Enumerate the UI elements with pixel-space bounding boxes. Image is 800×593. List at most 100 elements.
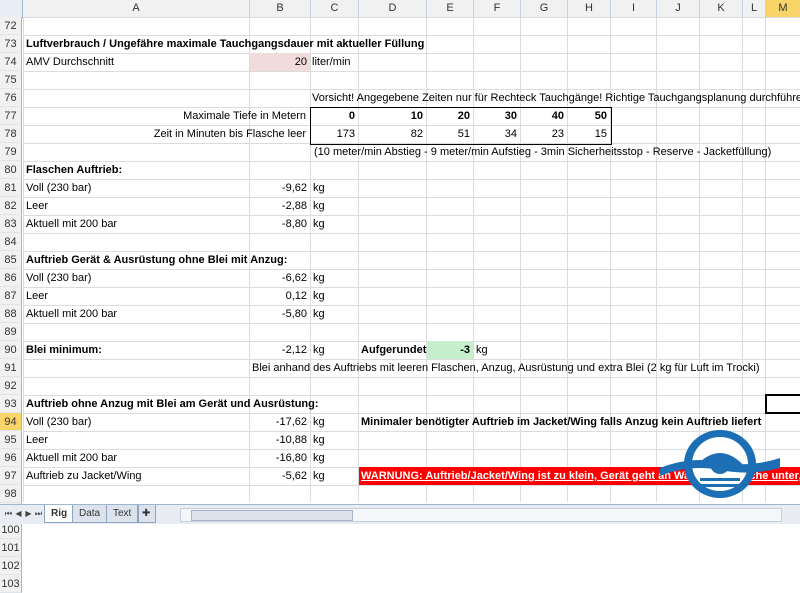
cell-a87[interactable]: Voll (230 bar) xyxy=(26,269,91,287)
cell-c74[interactable]: liter/min xyxy=(312,53,351,71)
col-header-b[interactable]: B xyxy=(250,0,311,17)
row-header-97[interactable]: 97 xyxy=(0,467,22,485)
select-all-corner[interactable] xyxy=(0,0,23,17)
tab-rig[interactable]: Rig xyxy=(44,505,75,523)
col-header-e[interactable]: E xyxy=(427,0,474,17)
col-header-a[interactable]: A xyxy=(23,0,250,17)
row-header-80[interactable]: 80 xyxy=(0,161,22,179)
cell-f91[interactable]: kg xyxy=(476,341,488,359)
time-10[interactable]: 82 xyxy=(359,125,423,143)
row-header-98[interactable]: 98 xyxy=(0,485,22,503)
prev-sheet-icon[interactable]: ◀ xyxy=(14,508,23,520)
cell-a89[interactable]: Aktuell mit 200 bar xyxy=(26,305,117,323)
row-header-102[interactable]: 102 xyxy=(0,557,22,575)
cell-e91-rounded[interactable]: -3 xyxy=(427,341,473,359)
time-50[interactable]: 15 xyxy=(568,125,607,143)
cell-c95[interactable]: kg xyxy=(313,413,325,431)
time-30[interactable]: 34 xyxy=(474,125,517,143)
cell-b84[interactable]: -8,80 xyxy=(250,215,307,233)
cell-a86[interactable]: Auftrieb Gerät & Ausrüstung ohne Blei mi… xyxy=(26,251,287,269)
row-header-76[interactable]: 76 xyxy=(0,89,22,107)
row-header-81[interactable]: 81 xyxy=(0,179,22,197)
row-header-92[interactable]: 92 xyxy=(0,377,22,395)
cell-a96[interactable]: Leer xyxy=(26,431,48,449)
row-header-90[interactable]: 90 xyxy=(0,341,22,359)
row-header-85[interactable]: 85 xyxy=(0,251,22,269)
cell-c87[interactable]: kg xyxy=(313,269,325,287)
cell-a73[interactable]: Luftverbrauch / Ungefähre maximale Tauch… xyxy=(26,35,424,53)
row-header-79[interactable]: 79 xyxy=(0,143,22,161)
cell-c98[interactable]: kg xyxy=(313,467,325,485)
row-header-84[interactable]: 84 xyxy=(0,233,22,251)
cell-a81[interactable]: Flaschen Auftrieb: xyxy=(26,161,122,179)
row-header-94[interactable]: 94 xyxy=(0,413,22,431)
cell-a74[interactable]: AMV Durchschnitt xyxy=(26,53,114,71)
col-header-i[interactable]: I xyxy=(611,0,657,17)
col-header-l[interactable]: L xyxy=(743,0,766,17)
row-header-87[interactable]: 87 xyxy=(0,287,22,305)
depth-0[interactable]: 0 xyxy=(312,107,355,125)
new-sheet-icon[interactable]: ✚ xyxy=(138,505,156,523)
cell-b96[interactable]: -10,88 xyxy=(250,431,307,449)
cell-b83[interactable]: -2,88 xyxy=(250,197,307,215)
col-header-h[interactable]: H xyxy=(568,0,611,17)
cell-b88[interactable]: 0,12 xyxy=(250,287,307,305)
row-header-95[interactable]: 95 xyxy=(0,431,22,449)
row-header-73[interactable]: 73 xyxy=(0,35,22,53)
cell-c89[interactable]: kg xyxy=(313,305,325,323)
cell-b95[interactable]: -17,62 xyxy=(250,413,307,431)
cell-b89[interactable]: -5,80 xyxy=(250,305,307,323)
cell-a83[interactable]: Leer xyxy=(26,197,48,215)
row-header-77[interactable]: 77 xyxy=(0,107,22,125)
col-header-c[interactable]: C xyxy=(311,0,359,17)
cell-a94[interactable]: Auftrieb ohne Anzug mit Blei am Gerät un… xyxy=(26,395,319,413)
row-header-103[interactable]: 103 xyxy=(0,575,22,593)
row-header-86[interactable]: 86 xyxy=(0,269,22,287)
depth-40[interactable]: 40 xyxy=(521,107,564,125)
row-header-83[interactable]: 83 xyxy=(0,215,22,233)
first-sheet-icon[interactable]: ⏮ xyxy=(4,508,13,520)
col-header-m[interactable]: M xyxy=(766,0,800,17)
depth-30[interactable]: 30 xyxy=(474,107,517,125)
cell-depth-label[interactable]: Maximale Tiefe in Metern xyxy=(26,107,306,125)
cell-d91[interactable]: Aufgerundet: xyxy=(361,341,430,359)
col-header-k[interactable]: K xyxy=(700,0,743,17)
depth-20[interactable]: 20 xyxy=(427,107,470,125)
cell-c82[interactable]: kg xyxy=(313,179,325,197)
cell-c83[interactable]: kg xyxy=(313,197,325,215)
cell-c84[interactable]: kg xyxy=(313,215,325,233)
row-header-93[interactable]: 93 xyxy=(0,395,22,413)
row-header-101[interactable]: 101 xyxy=(0,539,22,557)
row-header-72[interactable]: 72 xyxy=(0,17,22,35)
cell-c91[interactable]: kg xyxy=(313,341,325,359)
cell-c96[interactable]: kg xyxy=(313,431,325,449)
cell-a84[interactable]: Aktuell mit 200 bar xyxy=(26,215,117,233)
cell-c88[interactable]: kg xyxy=(313,287,325,305)
cell-c76-warning-note[interactable]: Vorsicht! Angegebene Zeiten nur für Rech… xyxy=(312,89,800,107)
col-header-g[interactable]: G xyxy=(521,0,568,17)
scroll-thumb[interactable] xyxy=(191,510,353,521)
row-header-89[interactable]: 89 xyxy=(0,323,22,341)
cell-a95[interactable]: Voll (230 bar) xyxy=(26,413,91,431)
row-header-88[interactable]: 88 xyxy=(0,305,22,323)
cell-a91[interactable]: Blei minimum: xyxy=(26,341,102,359)
cell-a82[interactable]: Voll (230 bar) xyxy=(26,179,91,197)
row-header-91[interactable]: 91 xyxy=(0,359,22,377)
cell-a97[interactable]: Aktuell mit 200 bar xyxy=(26,449,117,467)
cell-a98[interactable]: Auftrieb zu Jacket/Wing xyxy=(26,467,142,485)
cell-b98[interactable]: -5,62 xyxy=(250,467,307,485)
cell-time-label[interactable]: Zeit in Minuten bis Flasche leer xyxy=(26,125,306,143)
time-20[interactable]: 51 xyxy=(427,125,470,143)
next-sheet-icon[interactable]: ▶ xyxy=(24,508,33,520)
cell-c79-note[interactable]: (10 meter/min Abstieg - 9 meter/min Aufs… xyxy=(314,143,771,161)
col-header-f[interactable]: F xyxy=(474,0,521,17)
last-sheet-icon[interactable]: ⏭ xyxy=(34,508,43,520)
depth-50[interactable]: 50 xyxy=(568,107,607,125)
col-header-j[interactable]: J xyxy=(657,0,700,17)
cell-b74-amv-input[interactable]: 20 xyxy=(250,53,310,71)
tab-data[interactable]: Data xyxy=(72,505,108,523)
time-40[interactable]: 23 xyxy=(521,125,564,143)
cell-a88[interactable]: Leer xyxy=(26,287,48,305)
horizontal-scrollbar[interactable] xyxy=(180,508,782,522)
cell-b97[interactable]: -16,80 xyxy=(250,449,307,467)
